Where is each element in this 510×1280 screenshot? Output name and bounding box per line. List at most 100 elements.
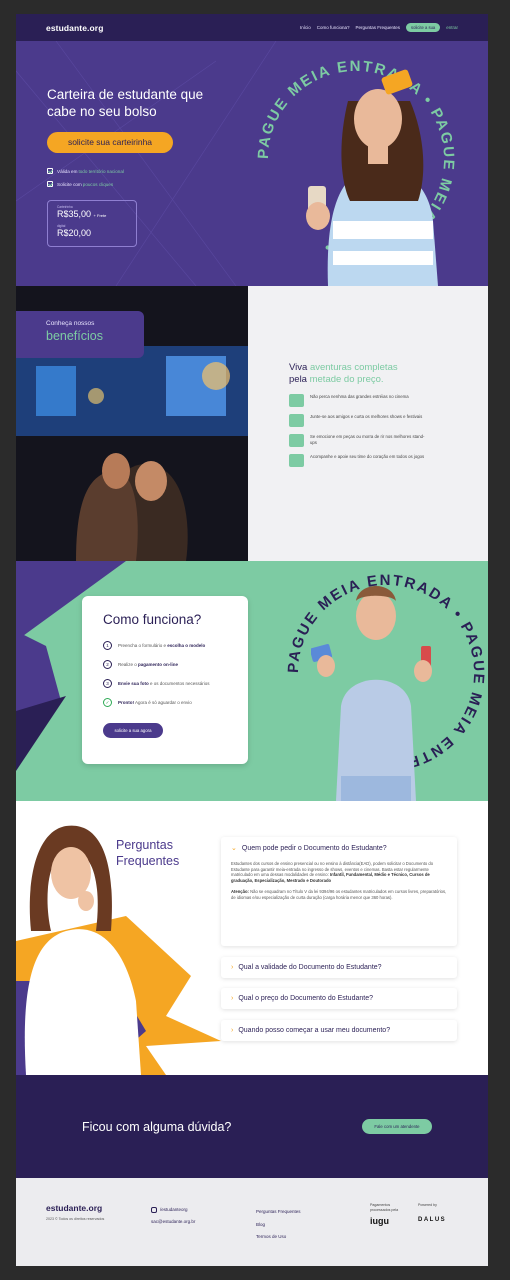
how-it-works-section: Como funciona? 1 Preencha o formulário e … (16, 561, 488, 801)
instagram-handle: /estudanteorg (160, 1207, 188, 1213)
step-text-post: Agora é só aguardar o envio (134, 700, 192, 705)
faq-question-text: Qual o preço do Documento do Estudante? (238, 995, 373, 1002)
step-text-post: e os documentos necessários (148, 681, 210, 686)
benefits-tag-big: benefícios (46, 329, 103, 343)
nav-cta-button[interactable]: solicite a sua (406, 23, 441, 32)
faq-question-text: Quem pode pedir o Documento do Estudante… (241, 844, 387, 852)
step-text-pre: Realize o (118, 662, 139, 667)
benefit-item: Junte-se aos amigos e curta os melhores … (289, 414, 429, 427)
faq-item[interactable]: › Qual o preço do Documento do Estudante? (221, 988, 457, 1009)
instagram-icon (151, 1207, 157, 1213)
powered-label: Powered by (418, 1203, 437, 1207)
feature-item: Válida em todo território nacional (47, 168, 124, 174)
nav-link-faq[interactable]: Perguntas Frequentes (355, 25, 400, 30)
step-item: 3 Envie sua foto e os documentos necessár… (103, 679, 227, 688)
nav-links: Início Como funciona? Perguntas Frequent… (300, 23, 458, 32)
benefit-text: Junte-se aos amigos e curta os melhores … (310, 414, 423, 419)
footer-links: Perguntas Frequentes Blog Termos de Uso (256, 1206, 301, 1244)
benefits-list: Não perca nenhma das grandes estréias no… (289, 394, 429, 467)
how-title: Como funciona? (103, 612, 202, 627)
step-text-pre: Preencha o formulário e (118, 643, 168, 648)
feature-highlight: todo território nacional (78, 168, 124, 174)
footer-logo[interactable]: estudante.org (46, 1203, 102, 1213)
hero-section: Carteira de estudante que cabe no seu bo… (16, 41, 488, 286)
faq-item[interactable]: › Qual a validade do Documento do Estudan… (221, 957, 457, 978)
benefit-item: Não perca nenhma das grandes estréias no… (289, 394, 429, 407)
payment-label: Pagamentos processados pela (370, 1203, 399, 1212)
step-text-bold: escolha o modelo (167, 643, 206, 648)
faq-answer-note: Atenção: Não se enquadram no Título V da… (231, 889, 447, 900)
chevron-right-icon: › (231, 995, 234, 1002)
contact-section: Ficou com alguma dúvida? Fale com um ate… (16, 1075, 488, 1178)
step-number: 1 (103, 641, 112, 650)
footer-link-blog[interactable]: Blog (256, 1219, 301, 1232)
steps-list: 1 Preencha o formulário e escolha o model… (103, 641, 227, 707)
student-photo (311, 586, 432, 801)
benefit-text: Não perca nenhma das grandes estréias no… (310, 394, 409, 399)
step-number: 3 (103, 679, 112, 688)
nav-link-como-funciona[interactable]: Como funciona? (317, 25, 350, 30)
contact-button[interactable]: Fale com um atendente (362, 1119, 432, 1134)
how-card: Como funciona? 1 Preencha o formulário e … (82, 596, 248, 764)
heading-text: pela (289, 374, 310, 385)
faq-answer-bold: Atenção: (231, 889, 249, 895)
check-icon (47, 168, 53, 174)
faq-answer-text: Não se enquadram no Título V da lei 9394… (231, 889, 447, 900)
footer-link-terms[interactable]: Termos de Uso (256, 1231, 301, 1244)
heading-highlight: aventuras completas (309, 362, 398, 373)
iugu-logo: iugu (370, 1216, 389, 1226)
faq-question[interactable]: › Qual o preço do Documento do Estudante? (231, 995, 447, 1002)
benefits-content: Viva aventuras completas pela metade do … (289, 362, 429, 474)
benefit-text: Se emocione em peças ou morra de rir nos… (310, 434, 425, 445)
step-text: Realize o pagamento on-line (118, 662, 178, 667)
step-text: Envie sua foto e os documentos necessári… (118, 681, 210, 686)
footer-link-faq[interactable]: Perguntas Frequentes (256, 1206, 301, 1219)
benefits-tag: Conheça nossos benefícios (16, 311, 144, 358)
top-nav: estudante.org Início Como funciona? Perg… (16, 14, 488, 41)
step-number: 2 (103, 660, 112, 669)
theater-icon (289, 434, 304, 447)
benefit-text: Acompanhe e apoie seu time do coração em… (310, 454, 425, 459)
nav-link-inicio[interactable]: Início (300, 25, 311, 30)
step-item: 2 Realize o pagamento on-line (103, 660, 227, 669)
faq-question[interactable]: › Quando posso começar a usar meu documen… (231, 1027, 447, 1034)
feature-highlight: poucos cliques (82, 181, 114, 187)
how-cta-button[interactable]: solicite a sua agora (103, 723, 163, 738)
heading-text: Viva (289, 362, 310, 373)
stadium-icon (289, 454, 304, 467)
dalus-logo: DALUS (418, 1217, 447, 1223)
price-box: Carteirinha R$35,00 + Frete digital R$20… (47, 200, 137, 247)
email-link[interactable]: sac@estudante.org.br (151, 1219, 195, 1224)
hero-title: Carteira de estudante que cabe no seu bo… (47, 87, 204, 119)
step-text-bold: Envie sua foto (118, 681, 149, 686)
instagram-link[interactable]: /estudanteorg (151, 1207, 188, 1213)
faq-question-text: Quando posso começar a usar meu document… (238, 1027, 391, 1034)
feature-text: Solicite com (57, 181, 82, 187)
benefit-item: Se emocione em peças ou morra de rir nos… (289, 434, 429, 447)
price-amount: R$20,00 (57, 228, 92, 238)
faq-question[interactable]: ⌄ Quem pode pedir o Documento do Estudant… (231, 844, 447, 853)
faq-item[interactable]: › Quando posso começar a usar meu documen… (221, 1020, 457, 1041)
check-icon (47, 181, 53, 187)
logo[interactable]: estudante.org (46, 23, 104, 33)
copyright: 2023 © Todos os direitos reservados (46, 1217, 105, 1221)
benefits-heading: Viva aventuras completas pela metade do … (289, 362, 429, 386)
heading-highlight: metade do preço. (309, 374, 384, 385)
chevron-right-icon: › (231, 964, 234, 971)
step-text: Preencha o formulário e escolha o modelo (118, 643, 205, 648)
login-link[interactable]: entrar (446, 25, 458, 30)
feature-text: Válida em (57, 168, 78, 174)
hero-cta-button[interactable]: solicite sua carteirinha (47, 132, 173, 153)
benefit-item: Acompanhe e apoie seu time do coração em… (289, 454, 429, 467)
contact-title: Ficou com alguma dúvida? (82, 1120, 232, 1134)
faq-answer: Estudantes dos cursos de ensino presenci… (231, 861, 447, 883)
step-text-bold: Pronto! (118, 700, 134, 705)
faq-item-open[interactable]: ⌄ Quem pode pedir o Documento do Estudant… (221, 837, 457, 946)
step-item: 1 Preencha o formulário e escolha o model… (103, 641, 227, 650)
price-amount: R$35,00 (57, 209, 92, 219)
faq-question[interactable]: › Qual a validade do Documento do Estudan… (231, 964, 447, 971)
concert-icon (289, 414, 304, 427)
chevron-down-icon: ⌄ (231, 845, 237, 852)
footer: estudante.org 2023 © Todos os direitos r… (16, 1178, 488, 1266)
page: estudante.org Início Como funciona? Perg… (16, 14, 488, 1266)
